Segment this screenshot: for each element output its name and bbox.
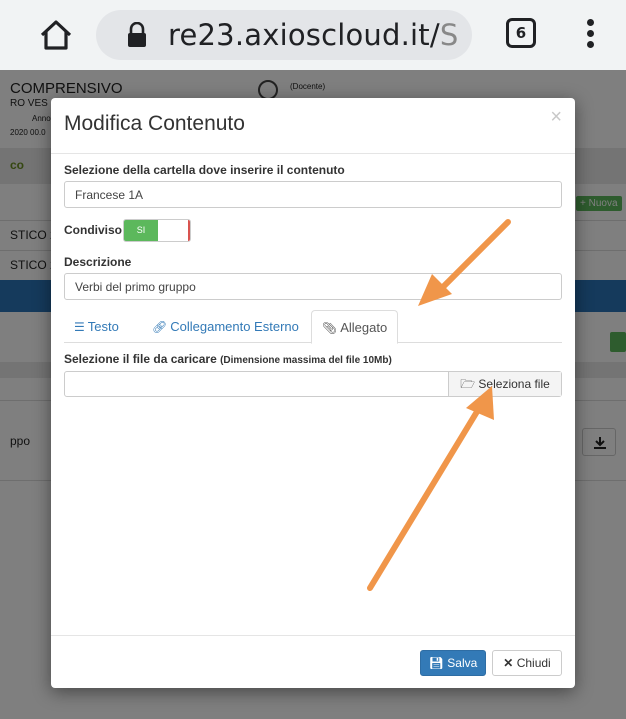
annotation-arrows (367, 219, 511, 591)
arrow-to-description (418, 219, 511, 306)
arrow-to-select-file (367, 386, 494, 591)
